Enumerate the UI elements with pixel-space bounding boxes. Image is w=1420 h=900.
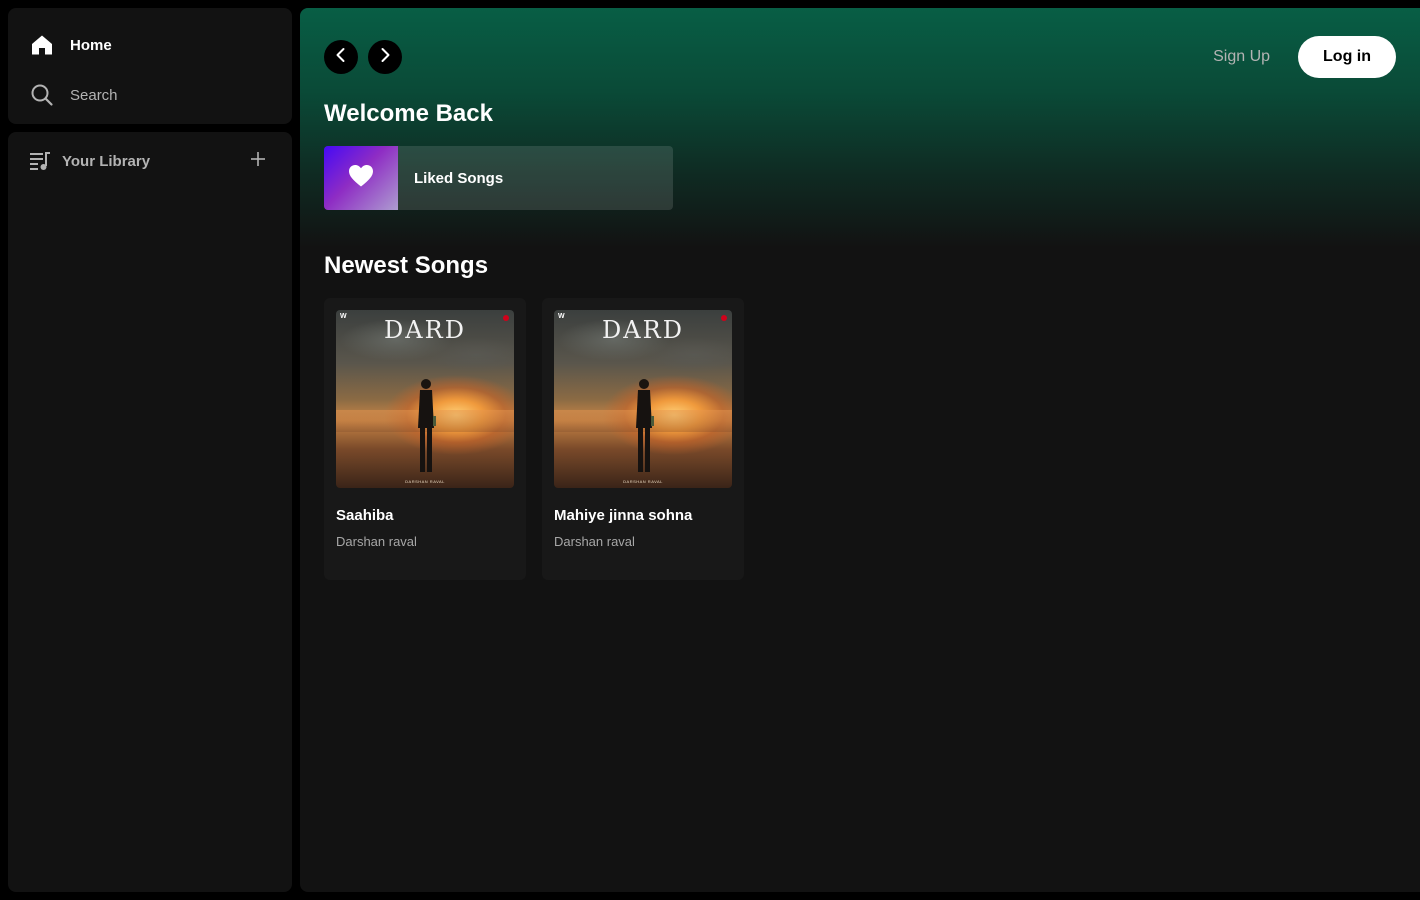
song-title: Mahiye jinna sohna	[554, 507, 693, 524]
library-icon[interactable]	[28, 149, 52, 173]
search-icon	[30, 83, 54, 107]
song-card[interactable]: W DARD DARSHAN RAVAL Mahiye jinna sohna …	[542, 298, 744, 580]
sidebar-item-label: Home	[70, 36, 112, 54]
plus-icon	[250, 151, 266, 172]
sidebar-library: Your Library	[8, 132, 292, 892]
chevron-right-icon	[377, 47, 393, 68]
song-card[interactable]: W DARD DARSHAN RAVAL Saahiba Darshan rav…	[324, 298, 526, 580]
liked-songs-art	[324, 146, 398, 210]
sidebar-item-label: Search	[70, 86, 118, 104]
app-window: Home Search Your Library Sign Up Log in …	[0, 0, 1420, 900]
forward-button[interactable]	[368, 40, 402, 74]
back-button[interactable]	[324, 40, 358, 74]
add-library-button[interactable]	[244, 147, 272, 175]
song-artist: Darshan raval	[554, 534, 635, 549]
cover-credits: DARSHAN RAVAL	[405, 479, 445, 484]
cover-figure	[418, 379, 436, 472]
album-cover: W DARD DARSHAN RAVAL	[336, 310, 514, 488]
heart-icon	[348, 164, 374, 193]
cover-figure	[636, 379, 654, 472]
library-label[interactable]: Your Library	[62, 153, 244, 170]
cover-title: DARD	[602, 316, 684, 344]
sidebar-item-search[interactable]: Search	[8, 70, 292, 120]
login-button[interactable]: Log in	[1298, 36, 1396, 78]
songs-grid: W DARD DARSHAN RAVAL Saahiba Darshan rav…	[324, 298, 760, 580]
song-title: Saahiba	[336, 507, 394, 524]
cover-title: DARD	[384, 316, 466, 344]
sidebar-nav: Home Search	[8, 8, 292, 124]
section-title-newest: Newest Songs	[324, 252, 489, 279]
home-icon	[30, 33, 54, 57]
chevron-left-icon	[333, 47, 349, 68]
liked-songs-card[interactable]: Liked Songs	[324, 146, 673, 210]
library-header: Your Library	[8, 132, 292, 190]
liked-songs-label: Liked Songs	[414, 169, 504, 187]
sidebar-item-home[interactable]: Home	[8, 20, 292, 70]
page-title: Welcome Back	[324, 100, 493, 127]
cover-credits: DARSHAN RAVAL	[623, 479, 663, 484]
album-cover: W DARD DARSHAN RAVAL	[554, 310, 732, 488]
signup-button[interactable]: Sign Up	[1213, 48, 1270, 66]
song-artist: Darshan raval	[336, 534, 417, 549]
main-content: Sign Up Log in Welcome Back Liked Songs …	[300, 8, 1420, 892]
top-bar: Sign Up Log in	[324, 36, 1396, 78]
